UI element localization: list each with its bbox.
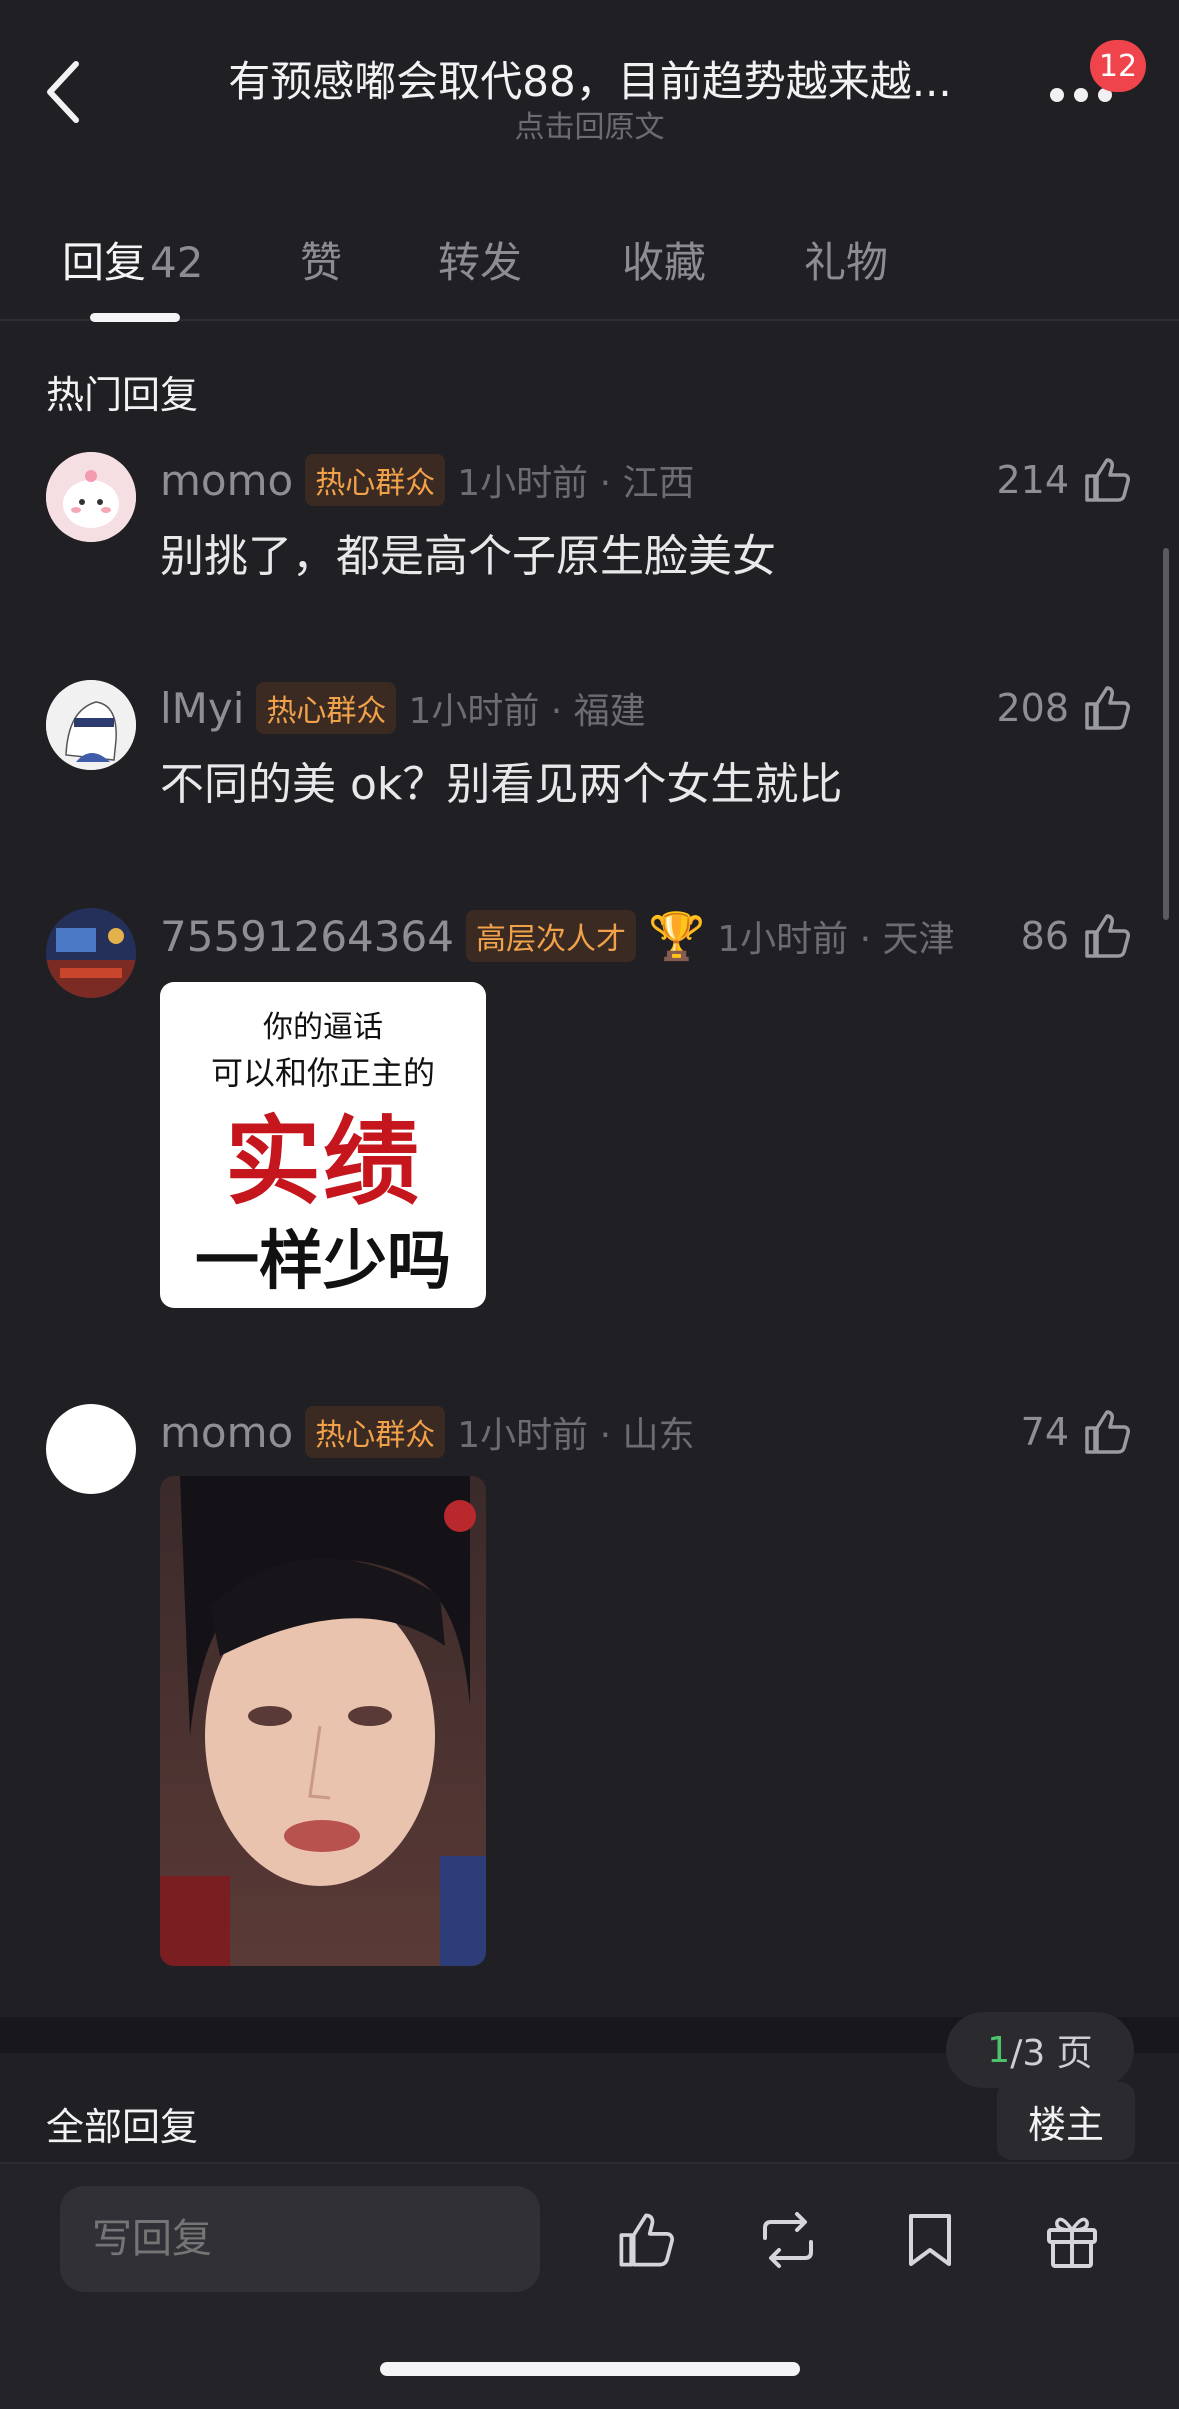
like-count: 208	[996, 686, 1069, 730]
thumbs-up-icon	[1085, 686, 1130, 730]
scrollbar[interactable]	[1163, 548, 1169, 920]
user-badge: 热心群众	[305, 1406, 446, 1458]
comment-username[interactable]: momo	[160, 1408, 293, 1457]
comment-time-location: 1小时前 · 山东	[457, 1415, 695, 1456]
thumbs-up-icon	[1085, 914, 1130, 958]
gift-icon[interactable]	[1032, 2200, 1112, 2280]
avatar[interactable]	[46, 452, 136, 542]
author-only-button[interactable]: 楼主	[997, 2082, 1135, 2160]
all-replies-title: 全部回复	[46, 2105, 199, 2149]
meme-image[interactable]: 你的逼话 可以和你正主的 实绩 一样少吗	[160, 982, 486, 1308]
meme-text-highlight: 实绩	[225, 1106, 421, 1218]
comment-username[interactable]: 75591264364	[160, 912, 454, 961]
trophy-icon: 🏆	[647, 908, 706, 963]
tab-reposts[interactable]: 转发	[438, 229, 522, 290]
meme-text-line: 一样少吗	[195, 1225, 451, 1299]
like-count: 86	[1020, 914, 1069, 958]
hot-replies-title: 热门回复	[46, 373, 199, 417]
post-title[interactable]: 有预感嘟会取代88，目前趋势越来越...	[200, 48, 980, 109]
comment-item: momo 热心群众 1小时前 · 山东 74	[0, 1402, 1179, 1972]
thumbs-up-icon[interactable]	[606, 2200, 686, 2280]
like-button[interactable]: 86	[1021, 906, 1133, 966]
avatar[interactable]	[46, 1404, 136, 1494]
tab-gifts[interactable]: 礼物	[804, 229, 888, 290]
like-button[interactable]: 74	[1021, 1402, 1133, 1462]
comment-time-location: 1小时前 · 江西	[457, 463, 695, 504]
reply-input[interactable]	[60, 2186, 540, 2292]
notification-badge: 12	[1090, 40, 1146, 92]
like-count: 74	[1020, 1410, 1069, 1454]
photo-image[interactable]	[160, 1476, 486, 1966]
home-indicator	[380, 2362, 800, 2376]
view-original-link[interactable]: 点击回原文	[0, 102, 1179, 146]
user-badge: 热心群众	[305, 454, 446, 506]
comment-username[interactable]: momo	[160, 456, 293, 505]
user-badge: 高层次人才	[465, 910, 636, 962]
tab-likes[interactable]: 赞	[300, 229, 342, 290]
comment-text: 不同的美 ok？别看见两个女生就比	[160, 759, 843, 810]
active-tab-indicator	[90, 313, 180, 322]
repost-icon[interactable]	[748, 2200, 828, 2280]
like-button[interactable]: 208	[996, 678, 1133, 738]
tab-favorites[interactable]: 收藏	[622, 229, 706, 290]
bookmark-icon[interactable]	[890, 2200, 970, 2280]
avatar[interactable]	[46, 680, 136, 770]
comment-item: 75591264364 高层次人才 🏆 1小时前 · 天津 86 你的逼话 可以…	[0, 906, 1179, 1316]
like-count: 214	[996, 458, 1069, 502]
comment-item: lMyi 热心群众 1小时前 · 福建 208 不同的美 ok？别看见两个女生就…	[0, 678, 1179, 828]
comment-time-location: 1小时前 · 天津	[717, 919, 955, 960]
avatar[interactable]	[46, 908, 136, 998]
comment-text: 别挑了，都是高个子原生脸美女	[160, 531, 776, 582]
comment-time-location: 1小时前 · 福建	[408, 691, 646, 732]
like-button[interactable]: 214	[996, 450, 1133, 510]
user-badge: 热心群众	[256, 682, 397, 734]
page-indicator[interactable]: 1/3 页	[946, 2012, 1134, 2088]
meme-text-line: 你的逼话	[263, 1010, 383, 1045]
tab-replies[interactable]: 回复42	[62, 229, 203, 290]
comment-username[interactable]: lMyi	[160, 684, 244, 733]
comment-item: momo 热心群众 1小时前 · 江西 214 别挑了，都是高个子原生脸美女	[0, 450, 1179, 600]
tab-bar: 回复42 赞 转发 收藏 礼物	[0, 215, 1179, 322]
thumbs-up-icon	[1085, 1410, 1130, 1454]
thumbs-up-icon	[1085, 458, 1130, 502]
header: 有预感嘟会取代88，目前趋势越来越... 点击回原文 12	[0, 0, 1179, 175]
